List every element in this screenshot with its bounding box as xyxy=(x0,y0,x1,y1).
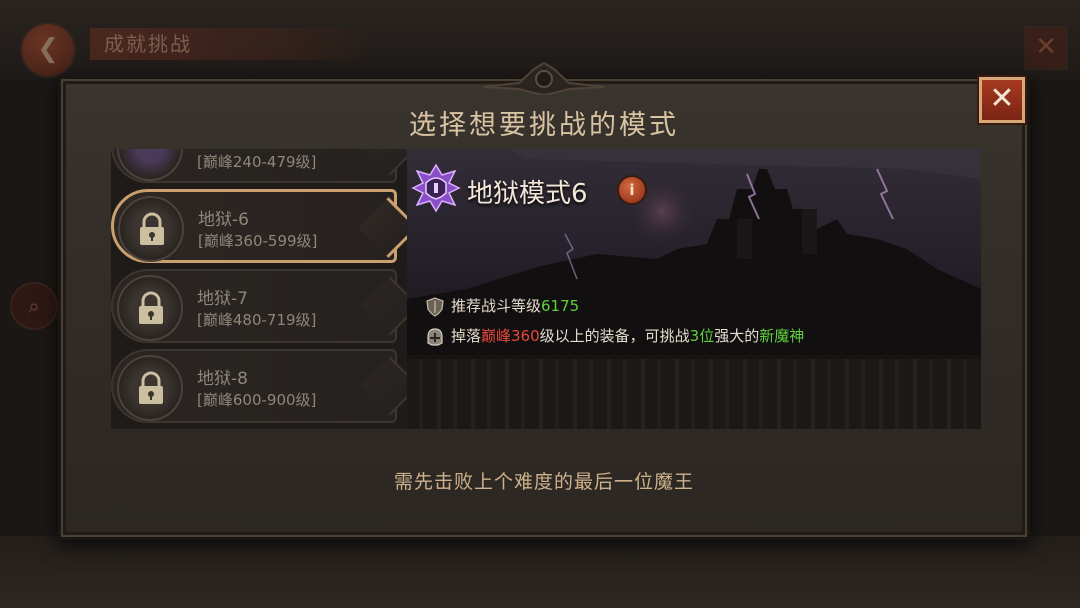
item-arrow xyxy=(360,149,407,176)
dialog-ornament-icon xyxy=(483,61,605,95)
mode-range: [巅峰600-900级] xyxy=(197,391,317,409)
item-arrow xyxy=(360,276,407,336)
mode-select-dialog: 选择想要挑战的模式 ✕ [巅峰240-479级] 地狱-6 [巅峰360-599… xyxy=(58,61,1030,540)
hell-helmet-emblem-icon xyxy=(411,163,461,213)
search-icon: ⌕ xyxy=(10,282,58,330)
background-title: 成就挑战 xyxy=(90,28,374,60)
drop-prefix: 掉落 xyxy=(451,327,482,345)
mode-medal-icon xyxy=(117,149,183,181)
lock-icon xyxy=(139,371,163,404)
background-footer xyxy=(0,536,1080,608)
info-icon[interactable]: i xyxy=(617,175,647,205)
mode-detail-panel: 地狱模式6 i 推荐战斗等级6175 掉落巅峰360级以上的装备，可挑战3位强大… xyxy=(407,149,981,429)
mode-title: 地狱模式6 xyxy=(467,179,588,209)
mode-medal xyxy=(118,196,184,262)
lock-icon xyxy=(139,291,163,324)
mode-list-item-hell-6[interactable]: 地狱-6 [巅峰360-599级] xyxy=(111,189,407,263)
mode-list-item[interactable]: [巅峰240-479级] xyxy=(111,149,407,183)
mode-name: 地狱-8 xyxy=(197,369,248,389)
recommended-power-row: 推荐战斗等级6175 xyxy=(425,295,579,317)
mode-range: [巅峰240-479级] xyxy=(197,153,317,171)
shield-icon xyxy=(426,296,444,317)
back-arrow-icon: ❮ xyxy=(20,22,76,78)
mode-medal xyxy=(117,275,183,341)
decorative-pattern-strip xyxy=(407,359,981,429)
drop-text: 级以上的装备，可挑战 xyxy=(539,327,690,345)
lock-icon xyxy=(140,212,164,245)
mode-medal xyxy=(117,355,183,421)
item-arrow xyxy=(358,197,407,258)
mode-range: [巅峰360-599级] xyxy=(198,232,318,250)
background-close-icon: ✕ xyxy=(1024,26,1068,70)
dialog-title: 选择想要挑战的模式 xyxy=(409,110,679,141)
mode-list-item-hell-7[interactable]: 地狱-7 [巅峰480-719级] xyxy=(111,269,407,343)
new-boss-label: 新魔神 xyxy=(759,327,805,345)
unlock-requirement-hint: 需先击败上个难度的最后一位魔王 xyxy=(393,471,694,493)
drop-info-row: 掉落巅峰360级以上的装备，可挑战3位强大的新魔神 xyxy=(425,325,804,347)
recommended-power-label: 推荐战斗等级 xyxy=(451,297,542,315)
mode-name: 地狱-6 xyxy=(198,210,249,230)
recommended-power-value: 6175 xyxy=(541,297,580,315)
helmet-icon xyxy=(427,327,443,346)
mode-name: 地狱-7 xyxy=(197,289,248,309)
drop-text-2: 强大的 xyxy=(714,327,760,345)
boss-count: 3位 xyxy=(689,327,715,345)
mode-list-item-hell-8[interactable]: 地狱-8 [巅峰600-900级] xyxy=(111,349,407,423)
drop-level: 巅峰360 xyxy=(481,327,540,345)
mode-list: [巅峰240-479级] 地狱-6 [巅峰360-599级] 地狱-7 [巅峰4… xyxy=(111,149,407,429)
close-button[interactable]: ✕ xyxy=(979,77,1025,123)
mode-range: [巅峰480-719级] xyxy=(197,311,317,329)
item-arrow xyxy=(360,356,407,416)
